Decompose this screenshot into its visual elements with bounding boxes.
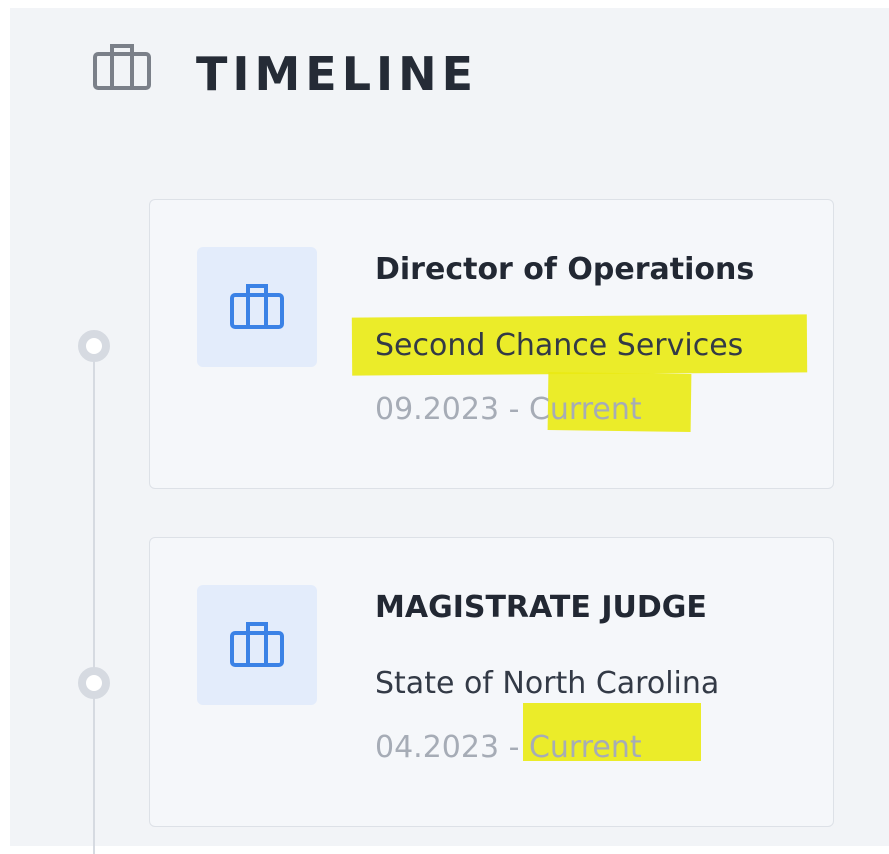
timeline-panel: TIMELINE Director of Operations Second C… bbox=[10, 8, 889, 854]
card-icon-box bbox=[197, 585, 317, 705]
timeline-dot bbox=[78, 330, 110, 362]
page-title: TIMELINE bbox=[196, 47, 479, 101]
briefcase-icon bbox=[230, 284, 284, 329]
timeline-card[interactable]: MAGISTRATE JUDGE State of North Carolina… bbox=[149, 537, 834, 827]
organization-name: Second Chance Services bbox=[375, 328, 744, 363]
date-range: 04.2023 - Current bbox=[375, 730, 642, 765]
card-icon-box bbox=[197, 247, 317, 367]
job-title: Director of Operations bbox=[375, 252, 755, 287]
briefcase-icon bbox=[93, 44, 151, 90]
timeline-line bbox=[93, 348, 95, 854]
timeline-card[interactable]: Director of Operations Second Chance Ser… bbox=[149, 199, 834, 489]
date-range: 09.2023 - Current bbox=[375, 392, 642, 427]
organization-name: State of North Carolina bbox=[375, 666, 720, 701]
briefcase-icon bbox=[230, 622, 284, 667]
job-title: MAGISTRATE JUDGE bbox=[375, 590, 707, 625]
timeline-dot bbox=[78, 667, 110, 699]
